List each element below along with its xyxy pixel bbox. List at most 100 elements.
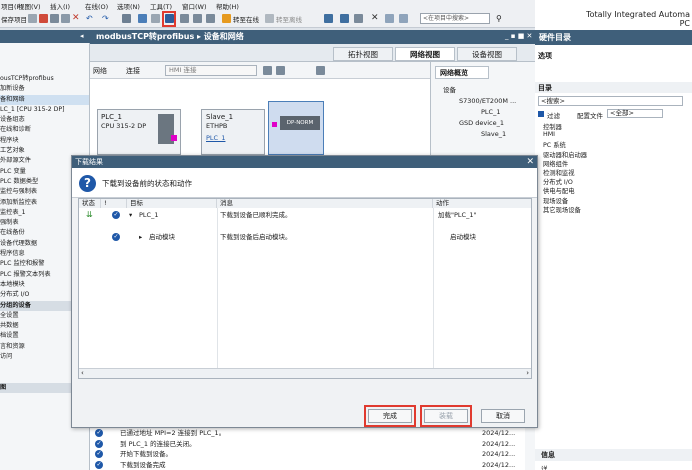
tab-network-view[interactable]: 网络视图 [395,47,455,61]
save-project-button[interactable]: 保存项目 [1,14,27,24]
redo-icon[interactable]: ↷ [102,14,111,23]
dp-port-icon[interactable] [272,122,277,127]
expand-icon[interactable]: ▾ [129,209,132,221]
dp-norm-module: DP-NORM [280,116,320,130]
catalog-item[interactable]: 网络组件 [543,159,568,168]
catalog-item[interactable]: 驱动器和启动器 [543,150,587,159]
row-action[interactable]: 启动模块 [450,231,476,243]
catalog-item[interactable]: 控制器 [543,122,562,131]
profile-select[interactable]: <全部> [607,109,663,118]
go-online-icon[interactable] [222,14,231,23]
catalog-item[interactable]: 供电与配电 [543,186,574,195]
compile-icon[interactable] [122,14,131,23]
message-date: 2024/12... [482,429,516,437]
zoom-out-icon[interactable] [276,66,285,75]
start-cpu-icon[interactable] [193,14,202,23]
col-target: 目标 [127,199,217,208]
zoom-select-icon[interactable] [316,66,325,75]
catalog-item[interactable]: HMI [543,131,555,138]
diagnostics-icon[interactable] [354,14,363,23]
project-tree-header: ◂ [0,30,90,43]
tree-item[interactable]: 备和网络 [0,94,89,105]
upload-icon[interactable] [151,14,160,23]
tree-item[interactable]: LC_1 [CPU 315-2 DP] [0,105,89,115]
catalog-item[interactable]: 现场设备 [543,196,568,205]
zoom-in-icon[interactable] [263,66,272,75]
horizontal-scrollbar[interactable]: ‹ › [79,368,531,378]
tree-item[interactable] [0,64,89,74]
slave-device-box[interactable]: Slave_1 ETHPB PLC_1 [201,109,265,155]
scroll-right-icon[interactable]: › [526,369,529,377]
collapse-arrow-icon[interactable]: ▸ [139,231,142,243]
message-row[interactable]: ✓ 已通过地址 MPI=2 连接到 PLC_1。 2024/12... [90,428,525,438]
catalog-search-input[interactable]: <搜索> [538,96,683,106]
tree-item[interactable]: 程序块 [0,136,89,146]
table-row[interactable]: ⇊ ✓ ▾ PLC_1 下载到设备已顺利完成。 加载"PLC_1" [79,209,531,221]
tab-network-overview[interactable]: 网络概览 [435,66,489,79]
message-text: 到 PLC_1 的连接已关闭。 [120,439,196,448]
go-offline-button[interactable]: 转至离线 [276,14,302,24]
plc-device-box[interactable]: PLC_1 CPU 315-2 DP [97,109,181,155]
table-row[interactable]: ✓ ▸ 启动模块 下载到设备后启动模块。 启动模块 [79,231,531,243]
overview-row-0[interactable]: S7300/ET200M ... [459,97,516,105]
catalog-item[interactable]: 分布式 I/O [543,177,573,186]
catalog-item[interactable]: 检测和监视 [543,168,574,177]
print-icon[interactable] [28,14,37,23]
overview-row-2[interactable]: GSD device_1 [459,119,504,127]
scroll-left-icon[interactable]: ‹ [81,369,84,377]
message-row[interactable]: ✓ 开始下载到设备。 2024/12... [90,449,525,459]
close-editor-icon[interactable]: ✕ [371,14,380,23]
simulation-icon[interactable] [180,14,189,23]
tree-item[interactable]: 设备组态 [0,115,89,125]
cross-reference-icon[interactable] [340,14,349,23]
close-icon[interactable]: ✕ [526,156,534,168]
accessible-devices-icon[interactable] [324,14,333,23]
connection-type-select[interactable]: HMI 连接 [165,65,257,76]
copy-icon[interactable] [50,14,59,23]
connections-button[interactable]: 连接 [126,66,140,76]
slave-plc-link[interactable]: PLC_1 [206,134,225,142]
paste-icon[interactable] [61,14,70,23]
search-icon[interactable]: ⚲ [496,14,505,23]
cancel-button[interactable]: 取消 [481,409,525,423]
collapse-icon[interactable]: ◂ [80,32,84,40]
overview-row-3[interactable]: Slave_1 [481,130,506,138]
editor-window-controls[interactable]: _ ▪ ■ ✕ [505,32,533,42]
message-row[interactable]: ✓ 下载到设备完成 2024/12... [90,460,525,470]
network-button[interactable]: 网络 [93,66,107,76]
stop-cpu-icon[interactable] [206,14,215,23]
message-row[interactable]: ✓ 到 PLC_1 的连接已关闭。 2024/12... [90,439,525,449]
download-to-device-icon[interactable] [138,14,147,23]
split-vertical-icon[interactable] [399,14,408,23]
download-highlighted-icon[interactable] [165,14,174,23]
split-horizontal-icon[interactable] [385,14,394,23]
profibus-port-icon[interactable] [171,135,177,141]
cut-icon[interactable] [39,14,48,23]
tab-topology-view[interactable]: 拓扑视图 [333,47,393,61]
catalog-item[interactable]: 其它现场设备 [543,205,581,214]
dp-norm-selection[interactable]: DP-NORM [268,101,324,155]
message-date: 2024/12... [482,439,516,448]
tree-item[interactable]: ousTCP转profibus [0,74,89,84]
info-section[interactable]: 信息 [541,450,555,460]
go-online-button[interactable]: 转至在线 [233,14,259,24]
delete-icon[interactable]: ✕ [72,14,81,23]
tree-item[interactable] [0,53,89,63]
catalog-item[interactable]: PC 系统 [543,140,566,149]
catalog-section[interactable]: 目录 [538,83,552,93]
tree-item[interactable]: 加新设备 [0,84,89,94]
message-text: 下载到设备完成 [120,460,166,469]
filter-checkbox[interactable] [538,111,544,117]
tree-item[interactable] [0,43,89,53]
finish-button[interactable]: 完成 [368,409,412,423]
col-action: 动作 [433,199,531,208]
tab-device-view[interactable]: 设备视图 [457,47,517,61]
col-status: 状态 [79,199,101,208]
project-search-input[interactable]: <在项目中搜索> [420,13,490,24]
overview-row-1[interactable]: PLC_1 [481,108,500,116]
go-offline-icon[interactable] [265,14,274,23]
load-button[interactable]: 装载 [424,409,468,423]
tree-item[interactable]: 在线和诊断 [0,125,89,135]
undo-icon[interactable]: ↶ [86,14,95,23]
row-action[interactable]: 加载"PLC_1" [438,209,476,221]
